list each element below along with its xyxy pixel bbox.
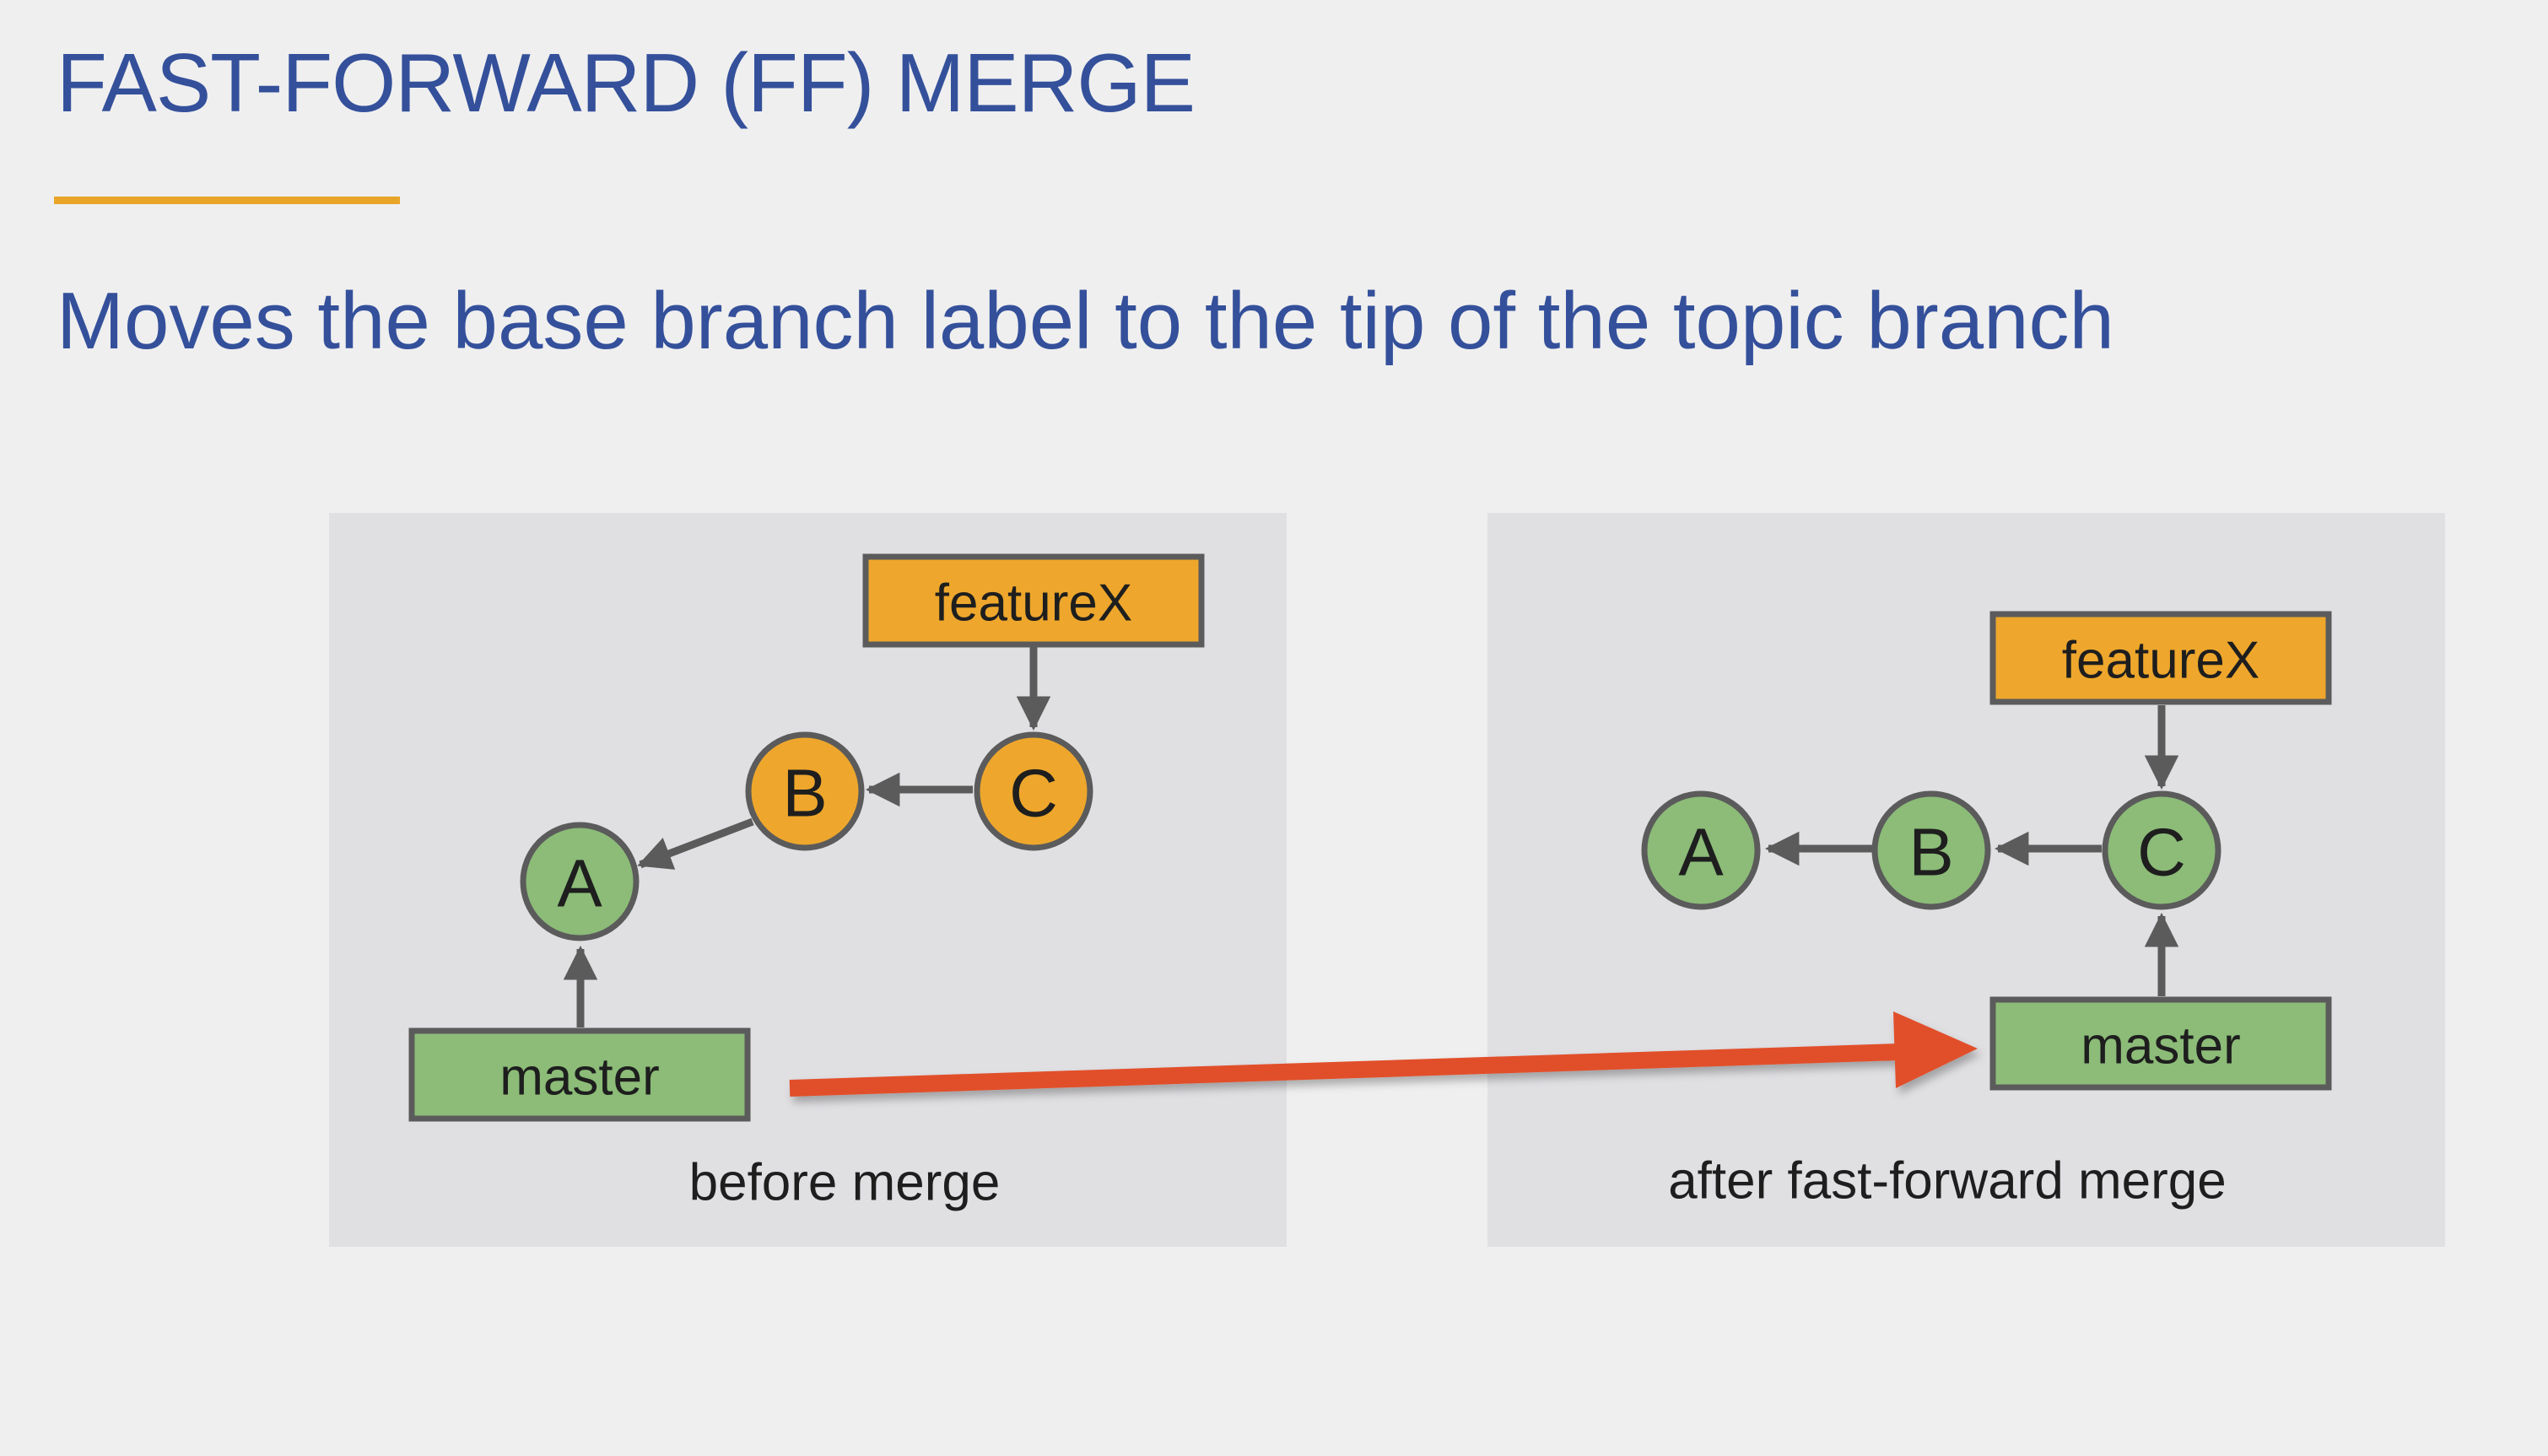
after-master-text: master [2081, 1017, 2240, 1076]
after-merge-panel: featureX master A B C after fast-forward… [1487, 513, 2445, 1247]
after-commit-a-label: A [1678, 815, 1724, 890]
after-commit-c: C [2102, 790, 2221, 910]
fast-forward-diagram: featureX master A B C before merge featu… [329, 513, 2445, 1247]
after-merge-caption: after fast-forward merge [1668, 1152, 2227, 1211]
before-merge-panel: featureX master A B C before merge [329, 513, 1287, 1247]
before-commit-c: C [974, 731, 1093, 851]
before-branch-label-master: master [408, 1027, 751, 1122]
before-commit-a-label: A [557, 846, 602, 921]
before-commit-b-label: B [782, 756, 827, 831]
after-commit-c-label: C [2137, 815, 2186, 890]
before-commit-b: B [745, 731, 865, 851]
after-featurex-text: featureX [2062, 632, 2259, 690]
before-commit-c-label: C [1009, 756, 1058, 831]
after-commit-b-label: B [1908, 815, 1953, 890]
before-merge-caption: before merge [689, 1154, 1001, 1212]
before-branch-label-featurex: featureX [862, 553, 1205, 648]
before-master-text: master [499, 1049, 659, 1107]
after-branch-label-master: master [1989, 996, 2332, 1091]
after-branch-label-featurex: featureX [1989, 611, 2332, 705]
after-commit-b: B [1871, 790, 1991, 910]
before-commit-a: A [520, 822, 640, 941]
after-commit-a: A [1641, 790, 1761, 910]
before-featurex-text: featureX [935, 574, 1132, 633]
